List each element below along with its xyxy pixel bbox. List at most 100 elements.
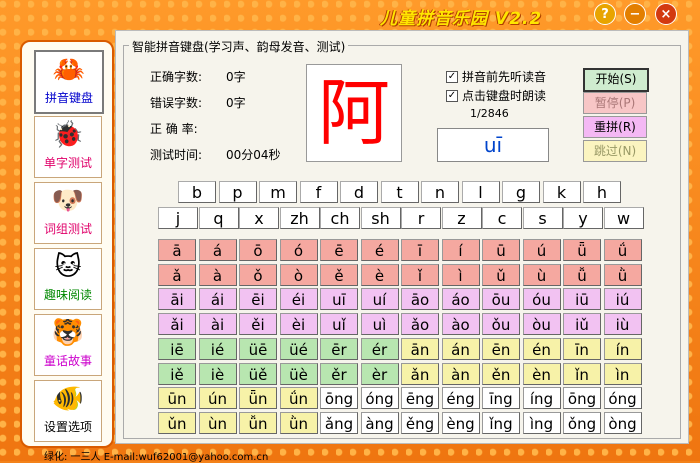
vowel-key[interactable]: ié	[198, 338, 237, 360]
vowel-key[interactable]: āo	[401, 288, 439, 310]
vowel-key[interactable]: éi	[279, 288, 318, 310]
vowel-key[interactable]: ē	[320, 239, 358, 261]
help-button[interactable]: ?	[594, 3, 616, 25]
vowel-key[interactable]: ěi	[239, 312, 277, 335]
consonant-key[interactable]: f	[299, 181, 338, 203]
reset-button[interactable]: 重拼(R)	[583, 116, 647, 138]
vowel-key[interactable]: ūn	[158, 387, 196, 409]
vowel-key[interactable]: ǒ	[239, 263, 277, 286]
vowel-key[interactable]: ǖ	[563, 239, 601, 261]
vowel-key[interactable]: ín	[603, 338, 642, 360]
vowel-key[interactable]: ān	[401, 338, 439, 360]
vowel-key[interactable]: ó	[279, 239, 318, 261]
vowel-key[interactable]: ò	[279, 263, 318, 286]
vowel-key[interactable]: iù	[603, 312, 642, 335]
vowel-key[interactable]: óng	[360, 387, 399, 409]
vowel-key[interactable]: ái	[198, 288, 237, 310]
pause-button[interactable]: 暂停(P)	[583, 92, 647, 114]
vowel-key[interactable]: ǖn	[239, 387, 277, 409]
consonant-key[interactable]: zh	[279, 207, 320, 229]
vowel-key[interactable]: ìng	[522, 411, 561, 434]
checkbox-mark[interactable]: ✓	[446, 70, 458, 83]
consonant-key[interactable]: w	[603, 207, 644, 229]
read-on-click-checkbox[interactable]: ✓ 点击键盘时朗读	[446, 87, 546, 104]
vowel-key[interactable]: üè	[279, 362, 318, 385]
consonant-key[interactable]: y	[563, 207, 603, 229]
vowel-key[interactable]: í	[441, 239, 480, 261]
vowel-key[interactable]: uī	[320, 288, 358, 310]
vowel-key[interactable]: üē	[239, 338, 277, 360]
vowel-key[interactable]: àng	[360, 411, 399, 434]
vowel-key[interactable]: éng	[441, 387, 480, 409]
consonant-key[interactable]: ch	[320, 207, 360, 229]
consonant-key[interactable]: m	[259, 181, 297, 203]
vowel-key[interactable]: ào	[441, 312, 480, 335]
sidebar-item-fun-reading[interactable]: 🐱 趣味阅读	[34, 248, 102, 310]
consonant-key[interactable]: h	[583, 181, 621, 203]
consonant-key[interactable]: sh	[360, 207, 401, 229]
vowel-key[interactable]: èr	[360, 362, 399, 385]
consonant-key[interactable]: z	[441, 207, 482, 229]
sidebar-item-fairy-tales[interactable]: 🐯 童话故事	[34, 314, 102, 376]
vowel-key[interactable]: uí	[360, 288, 399, 310]
vowel-key[interactable]: ī	[401, 239, 439, 261]
vowel-key[interactable]: uì	[360, 312, 399, 335]
consonant-key[interactable]: g	[502, 181, 540, 203]
vowel-key[interactable]: ǐ	[401, 263, 439, 286]
vowel-key[interactable]: ā	[158, 239, 196, 261]
consonant-key[interactable]: s	[522, 207, 563, 229]
vowel-key[interactable]: ǘn	[279, 387, 318, 409]
consonant-key[interactable]: q	[198, 207, 239, 229]
vowel-key[interactable]: iū	[563, 288, 601, 310]
vowel-key[interactable]: ōng	[563, 387, 601, 409]
vowel-key[interactable]: īn	[563, 338, 601, 360]
vowel-key[interactable]: ùn	[198, 411, 237, 434]
vowel-key[interactable]: ēng	[401, 387, 439, 409]
consonant-key[interactable]: b	[178, 181, 216, 203]
sidebar-item-phrase-test[interactable]: 🐶 词组测试	[34, 182, 102, 244]
vowel-key[interactable]: ēn	[482, 338, 520, 360]
consonant-key[interactable]: r	[401, 207, 441, 229]
vowel-key[interactable]: ěn	[482, 362, 520, 385]
vowel-key[interactable]: ǔ	[482, 263, 520, 286]
vowel-key[interactable]: é	[360, 239, 399, 261]
minimize-button[interactable]: −	[624, 3, 646, 25]
consonant-key[interactable]: c	[482, 207, 522, 229]
vowel-key[interactable]: òng	[603, 411, 642, 434]
vowel-key[interactable]: ěr	[320, 362, 358, 385]
vowel-key[interactable]: iè	[198, 362, 237, 385]
vowel-key[interactable]: òu	[522, 312, 561, 335]
vowel-key[interactable]: ǔn	[158, 411, 196, 434]
vowel-key[interactable]: iú	[603, 288, 642, 310]
consonant-key[interactable]: t	[380, 181, 419, 203]
consonant-key[interactable]: k	[542, 181, 581, 203]
vowel-key[interactable]: áo	[441, 288, 480, 310]
vowel-key[interactable]: ǒng	[563, 411, 601, 434]
consonant-key[interactable]: l	[461, 181, 500, 203]
vowel-key[interactable]: àn	[441, 362, 480, 385]
vowel-key[interactable]: ú	[522, 239, 561, 261]
vowel-key[interactable]: á	[198, 239, 237, 261]
vowel-key[interactable]: ǎi	[158, 312, 196, 335]
vowel-key[interactable]: ài	[198, 312, 237, 335]
consonant-key[interactable]: p	[218, 181, 257, 203]
vowel-key[interactable]: à	[198, 263, 237, 286]
vowel-key[interactable]: uǐ	[320, 312, 358, 335]
vowel-key[interactable]: ǜn	[279, 411, 318, 434]
vowel-key[interactable]: ǘ	[603, 239, 642, 261]
vowel-key[interactable]: ù	[522, 263, 561, 286]
vowel-key[interactable]: üě	[239, 362, 277, 385]
vowel-key[interactable]: è	[360, 263, 399, 286]
vowel-key[interactable]: ǜ	[603, 263, 642, 286]
vowel-key[interactable]: óu	[522, 288, 561, 310]
vowel-key[interactable]: ōu	[482, 288, 520, 310]
vowel-key[interactable]: āi	[158, 288, 196, 310]
vowel-key[interactable]: iǔ	[563, 312, 601, 335]
consonant-key[interactable]: j	[158, 207, 198, 229]
vowel-key[interactable]: ě	[320, 263, 358, 286]
vowel-key[interactable]: èn	[522, 362, 561, 385]
vowel-key[interactable]: ěng	[401, 411, 439, 434]
vowel-key[interactable]: ō	[239, 239, 277, 261]
vowel-key[interactable]: ēi	[239, 288, 277, 310]
vowel-key[interactable]: īng	[482, 387, 520, 409]
